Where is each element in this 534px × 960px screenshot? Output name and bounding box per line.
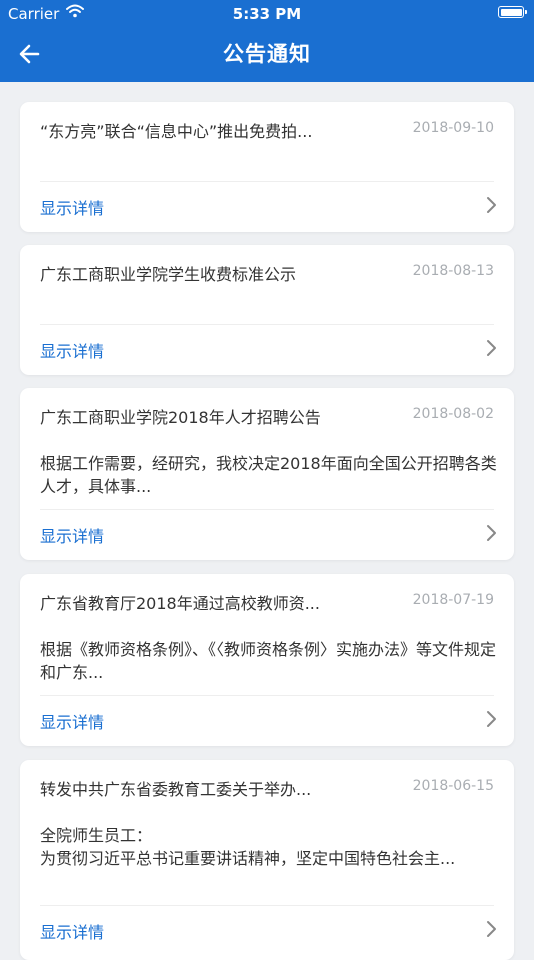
notice-title: 转发中共广东省委教育工委关于举办... [40, 780, 312, 799]
status-bar: Carrier 5:33 PM [0, 0, 534, 28]
show-details-button[interactable]: 显示详情 [20, 510, 514, 558]
show-details-button[interactable]: 显示详情 [20, 325, 514, 373]
show-details-label: 显示详情 [40, 199, 105, 218]
notice-card: 广东工商职业学院2018年人才招聘公告 2018-08-02 根据工作需要，经研… [20, 388, 514, 560]
notice-title: “东方亮”联合“信息中心”推出免费拍... [40, 122, 313, 141]
notice-summary: 全院师生员工： 为贯彻习近平总书记重要讲话精神，坚定中国特色社会主... [40, 826, 456, 868]
notice-title: 广东工商职业学院2018年人才招聘公告 [40, 408, 321, 427]
notice-summary: 根据《教师资格条例》、《〈教师资格条例〉实施办法》等文件规定和广东... [40, 640, 497, 682]
notice-summary: 根据工作需要，经研究，我校决定2018年面向全国公开招聘各类人才，具体事... [40, 454, 497, 496]
notice-date: 2018-08-02 [412, 406, 494, 422]
chevron-right-icon [487, 340, 496, 356]
chevron-right-icon [487, 921, 496, 937]
notice-date: 2018-07-19 [412, 592, 494, 608]
notice-card: 广东省教育厅2018年通过高校教师资... 2018-07-19 根据《教师资格… [20, 574, 514, 746]
battery-icon [498, 6, 527, 18]
notice-card: 转发中共广东省委教育工委关于举办... 2018-06-15 全院师生员工： 为… [20, 760, 514, 960]
chevron-right-icon [487, 525, 496, 541]
show-details-button[interactable]: 显示详情 [20, 906, 514, 954]
show-details-label: 显示详情 [40, 923, 105, 942]
page-title: 公告通知 [223, 42, 311, 66]
chevron-right-icon [487, 197, 496, 213]
show-details-label: 显示详情 [40, 713, 105, 732]
notice-title: 广东工商职业学院学生收费标准公示 [40, 265, 297, 284]
show-details-label: 显示详情 [40, 342, 105, 361]
show-details-button[interactable]: 显示详情 [20, 696, 514, 744]
notice-card: “东方亮”联合“信息中心”推出免费拍... 2018-09-10 显示详情 [20, 102, 514, 232]
nav-header: Carrier 5:33 PM 公告通知 [0, 0, 534, 82]
notice-date: 2018-06-15 [412, 778, 494, 794]
notice-title: 广东省教育厅2018年通过高校教师资... [40, 594, 320, 613]
notice-date: 2018-09-10 [412, 120, 494, 136]
status-time: 5:33 PM [232, 5, 302, 23]
notice-date: 2018-08-13 [412, 263, 494, 279]
notice-card: 广东工商职业学院学生收费标准公示 2018-08-13 显示详情 [20, 245, 514, 375]
chevron-right-icon [487, 711, 496, 727]
show-details-label: 显示详情 [40, 527, 105, 546]
show-details-button[interactable]: 显示详情 [20, 182, 514, 230]
